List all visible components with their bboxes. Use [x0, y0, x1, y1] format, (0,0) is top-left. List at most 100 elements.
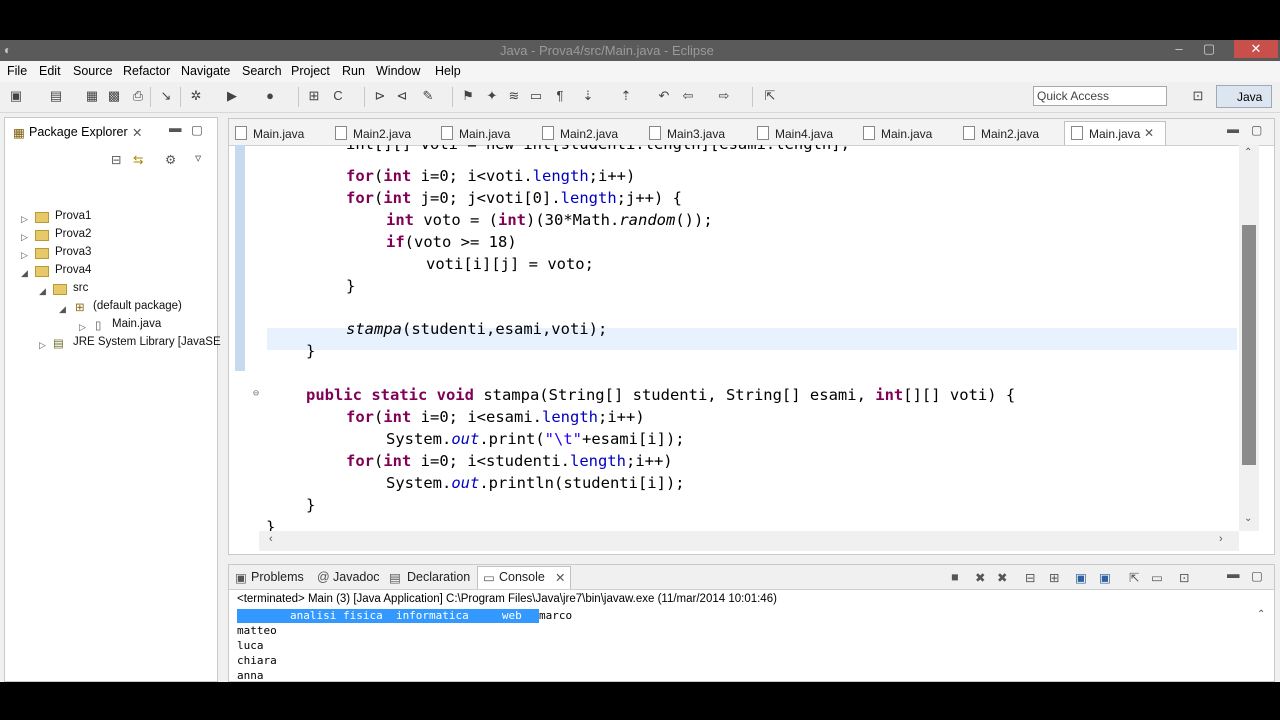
save-icon[interactable]: ▦ — [84, 88, 100, 104]
search-icon[interactable]: ✎ — [420, 88, 436, 104]
view-menu-icon[interactable]: ⚙ — [165, 152, 176, 167]
forward-icon[interactable]: ⇨ — [716, 88, 732, 104]
tab-main-java-active[interactable]: Main.java — [1071, 126, 1140, 141]
console-output-line[interactable]: chiara — [237, 654, 277, 667]
close-tab-icon[interactable]: ✕ — [1144, 126, 1154, 140]
tree-item-prova1[interactable]: Prova1 — [55, 210, 91, 222]
tab-problems[interactable]: Problems — [251, 570, 304, 584]
expand-arrow-icon[interactable]: ▷ — [79, 322, 86, 333]
open-type-icon[interactable]: ⊳ — [372, 88, 388, 104]
console-output-header[interactable]: analisi fisica informatica web — [237, 609, 522, 622]
remove-all-icon[interactable]: ✖ — [997, 570, 1007, 585]
console-output-header-tail[interactable]: marco — [539, 609, 572, 622]
collapse-arrow-icon[interactable]: ◢ — [59, 304, 66, 315]
next-annotation-icon[interactable]: ⇣ — [580, 88, 596, 104]
collapse-all-icon[interactable]: ⊟ — [111, 152, 121, 167]
display-console-icon[interactable]: ▭ — [1151, 570, 1163, 585]
tree-item-main-java[interactable]: Main.java — [112, 318, 161, 330]
menu-search[interactable]: Search — [242, 64, 282, 78]
menu-edit[interactable]: Edit — [39, 64, 61, 78]
open-task-icon[interactable]: ⊲ — [394, 88, 410, 104]
fold-icon[interactable]: ⊖ — [253, 388, 259, 399]
editor-horizontal-scrollbar[interactable]: ‹ › — [259, 531, 1239, 551]
menu-help[interactable]: Help — [435, 64, 461, 78]
skip-breakpoints-icon[interactable]: ↘ — [158, 88, 174, 104]
back-icon[interactable]: ⇦ — [680, 88, 696, 104]
menu-navigate[interactable]: Navigate — [181, 64, 230, 78]
block-selection-icon[interactable]: ≋ — [506, 88, 522, 104]
scroll-right-icon[interactable]: › — [1219, 533, 1223, 545]
tab-main2-java-2[interactable]: Main2.java — [542, 126, 618, 141]
pin-console-icon[interactable]: ⇱ — [1129, 570, 1139, 585]
tab-javadoc[interactable]: Javadoc — [333, 570, 380, 584]
scroll-left-icon[interactable]: ‹ — [269, 533, 273, 545]
toggle-mark-icon[interactable]: ⚑ — [460, 88, 476, 104]
tab-console[interactable]: Console — [499, 570, 545, 584]
scroll-up-icon[interactable]: ⌃ — [1244, 147, 1252, 158]
remove-launch-icon[interactable]: ✖ — [975, 570, 985, 585]
console-output-line[interactable]: luca — [237, 639, 264, 652]
run-icon[interactable]: ▶ — [224, 88, 240, 104]
close-tab-icon[interactable]: ✕ — [555, 570, 565, 585]
editor-vertical-scrollbar[interactable]: ⌃ ⌄ — [1239, 145, 1259, 531]
expand-arrow-icon[interactable]: ▷ — [21, 232, 28, 243]
link-editor-icon[interactable]: ⇆ — [133, 152, 143, 167]
tab-main-java-3[interactable]: Main.java — [863, 126, 932, 141]
tree-item-src[interactable]: src — [73, 282, 88, 294]
tree-item-prova4[interactable]: Prova4 — [55, 264, 91, 276]
quick-access-input[interactable]: Quick Access — [1033, 86, 1167, 106]
tab-main-java-1[interactable]: Main.java — [235, 126, 304, 141]
minimize-editor-icon[interactable]: ▬ — [1227, 122, 1239, 136]
tab-main3-java[interactable]: Main3.java — [649, 126, 725, 141]
code-area[interactable]: int[][] voti = new int[studenti.length][… — [229, 145, 1274, 531]
java-perspective-button[interactable]: Java — [1216, 85, 1272, 108]
tab-main2-java-1[interactable]: Main2.java — [335, 126, 411, 141]
clear-console-icon[interactable]: ⊟ — [1025, 570, 1035, 585]
external-tools-icon[interactable]: ● — [262, 88, 278, 104]
menu-run[interactable]: Run — [342, 64, 365, 78]
print-icon[interactable]: ⎙ — [130, 88, 146, 104]
menu-refactor[interactable]: Refactor — [123, 64, 170, 78]
collapse-arrow-icon[interactable]: ◢ — [39, 286, 46, 297]
tab-main4-java[interactable]: Main4.java — [757, 126, 833, 141]
pin-editor-icon[interactable]: ⇱ — [762, 88, 778, 104]
new-icon[interactable]: ▣ — [8, 88, 24, 104]
open-console-icon[interactable]: ⊡ — [1179, 570, 1189, 585]
last-edit-icon[interactable]: ↶ — [656, 88, 672, 104]
scroll-lock-icon[interactable]: ⊞ — [1049, 570, 1059, 585]
tree-item-jre-library[interactable]: JRE System Library [JavaSE — [73, 336, 221, 348]
expand-arrow-icon[interactable]: ▷ — [21, 250, 28, 261]
maximize-editor-icon[interactable]: ▢ — [1251, 123, 1262, 137]
scroll-up-icon[interactable]: ⌃ — [1257, 609, 1265, 620]
menu-file[interactable]: File — [7, 64, 27, 78]
minimize-button[interactable]: – — [1166, 40, 1192, 58]
minimize-view-icon[interactable]: ▬ — [1227, 567, 1240, 581]
collapse-arrow-icon[interactable]: ◢ — [21, 268, 28, 279]
menu-window[interactable]: Window — [376, 64, 420, 78]
debug-icon[interactable]: ✲ — [188, 88, 204, 104]
package-explorer-title[interactable]: Package Explorer — [29, 125, 128, 139]
pilcrow-icon[interactable]: ¶ — [552, 88, 568, 104]
tree-item-default-package[interactable]: (default package) — [93, 300, 182, 312]
scroll-down-icon[interactable]: ⌄ — [1244, 513, 1252, 524]
menu-project[interactable]: Project — [291, 64, 330, 78]
new-package-icon[interactable]: ▤ — [48, 88, 64, 104]
tree-item-prova2[interactable]: Prova2 — [55, 228, 91, 240]
maximize-view-icon[interactable]: ▢ — [191, 122, 203, 137]
maximize-button[interactable]: ▢ — [1196, 40, 1222, 58]
save-all-icon[interactable]: ▩ — [106, 88, 122, 104]
show-whitespace-icon[interactable]: ▭ — [528, 88, 544, 104]
tree-item-prova3[interactable]: Prova3 — [55, 246, 91, 258]
menu-source[interactable]: Source — [73, 64, 113, 78]
new-java-project-icon[interactable]: ⊞ — [306, 88, 322, 104]
open-perspective-icon[interactable]: ⊡ — [1190, 88, 1206, 104]
prev-annotation-icon[interactable]: ⇡ — [618, 88, 634, 104]
show-on-stderr-icon[interactable]: ▣ — [1099, 570, 1111, 585]
console-output-line[interactable]: matteo — [237, 624, 277, 637]
annotation-icon[interactable]: ✦ — [484, 88, 500, 104]
scrollbar-thumb[interactable] — [1242, 225, 1256, 465]
chevron-down-icon[interactable]: ▿ — [195, 150, 201, 165]
expand-arrow-icon[interactable]: ▷ — [21, 214, 28, 225]
close-button[interactable]: ✕ — [1234, 40, 1278, 58]
close-view-icon[interactable]: ✕ — [132, 125, 142, 140]
